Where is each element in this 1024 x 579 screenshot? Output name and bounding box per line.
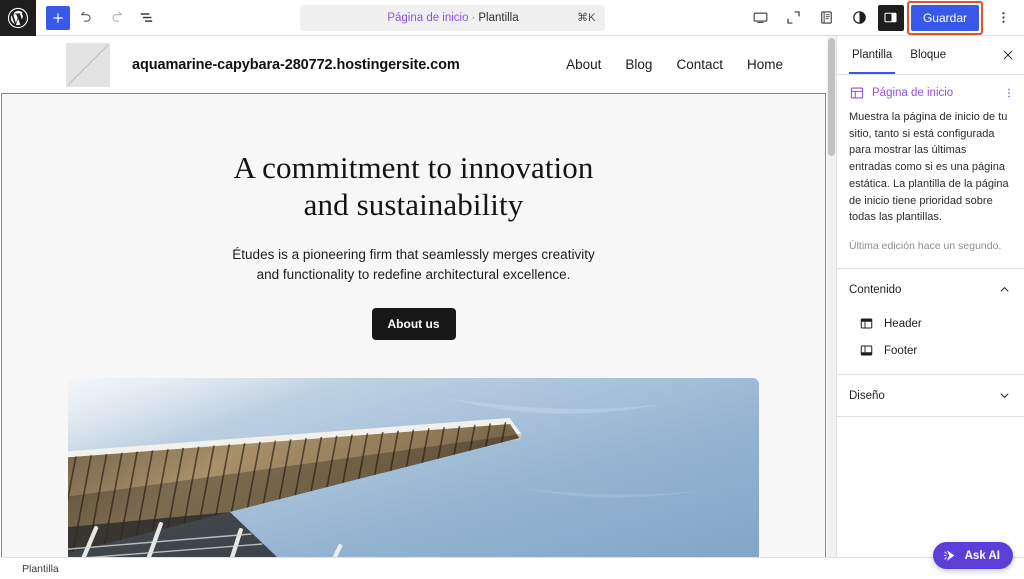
kebab-menu-icon xyxy=(1008,88,1010,98)
chevron-down-icon xyxy=(1000,393,1009,398)
command-center-accent: Página de inicio xyxy=(387,11,469,24)
command-center-separator: · xyxy=(471,11,476,24)
template-title: Página de inicio xyxy=(872,87,954,99)
hero-paragraph[interactable]: Études is a pioneering firm that seamles… xyxy=(226,245,601,284)
toolbar-left-group xyxy=(36,4,160,32)
sparkle-arrow-icon xyxy=(943,550,955,561)
section-header-contenido[interactable]: Contenido xyxy=(837,269,1024,310)
toolbar-right-group: Guardar xyxy=(746,0,1024,35)
list-view-button[interactable] xyxy=(132,4,160,32)
wordpress-logo-button[interactable] xyxy=(0,0,36,36)
undo-button[interactable] xyxy=(72,4,100,32)
architecture-photo xyxy=(68,378,759,557)
template-actions-button[interactable] xyxy=(1000,86,1018,100)
more-options-button[interactable] xyxy=(988,3,1018,33)
sidebar-item-header[interactable]: Header xyxy=(837,310,1024,337)
editor-body: aquamarine-capybara-280772.hostingersite… xyxy=(0,36,1024,557)
tab-plantilla[interactable]: Plantilla xyxy=(843,36,901,74)
editor-toolbar: Página de inicio · Plantilla ⌘K Guardar xyxy=(0,0,1024,36)
tab-bloque[interactable]: Bloque xyxy=(901,36,955,74)
command-center-wrap: Página de inicio · Plantilla ⌘K xyxy=(160,4,746,31)
zoom-out-button[interactable] xyxy=(779,3,809,33)
template-last-edited: Última edición hace un segundo. xyxy=(849,240,1002,253)
site-navigation[interactable]: About Blog Contact Home xyxy=(566,57,783,72)
nav-item-about[interactable]: About xyxy=(566,57,601,72)
site-logo-placeholder[interactable] xyxy=(66,42,110,87)
global-styles-button[interactable] xyxy=(845,3,875,33)
nav-item-contact[interactable]: Contact xyxy=(676,57,723,72)
editor-canvas[interactable]: aquamarine-capybara-280772.hostingersite… xyxy=(0,36,836,557)
plus-icon xyxy=(53,12,63,23)
sidebar-item-header-label: Header xyxy=(884,317,922,330)
section-label-contenido: Contenido xyxy=(849,283,902,296)
save-button[interactable]: Guardar xyxy=(910,4,979,31)
site-header-block[interactable]: aquamarine-capybara-280772.hostingersite… xyxy=(0,36,827,93)
section-body-contenido: Header Footer xyxy=(837,310,1024,374)
desktop-icon xyxy=(754,12,768,23)
hero-heading[interactable]: A commitment to innovation and sustainab… xyxy=(214,150,614,223)
ask-ai-label: Ask AI xyxy=(964,549,1000,562)
canvas-scroll-region: aquamarine-capybara-280772.hostingersite… xyxy=(0,36,827,557)
undo-icon xyxy=(80,11,90,22)
canvas-scrollbar[interactable] xyxy=(827,36,836,557)
command-center-shortcut: ⌘K xyxy=(577,12,596,24)
close-icon xyxy=(1003,50,1013,60)
nav-item-blog[interactable]: Blog xyxy=(625,57,652,72)
ask-ai-button[interactable]: Ask AI xyxy=(932,542,1013,569)
contrast-icon xyxy=(853,11,867,24)
settings-sidebar: Plantilla Bloque Página de inicio Muestr… xyxy=(836,36,1024,557)
sidebar-panel-icon xyxy=(884,12,898,23)
section-header-diseno[interactable]: Diseño xyxy=(837,375,1024,416)
sidebar-content: Página de inicio Muestra la página de in… xyxy=(837,75,1024,557)
view-device-button[interactable] xyxy=(746,3,776,33)
hero-cta-button[interactable]: About us xyxy=(371,308,456,341)
hero-block-selected[interactable]: A commitment to innovation and sustainab… xyxy=(1,93,826,557)
status-bar: Plantilla xyxy=(0,557,1024,579)
template-description: Muestra la página de inicio de tu sitio,… xyxy=(849,111,1009,224)
status-bar-label: Plantilla xyxy=(22,562,59,575)
add-block-button[interactable] xyxy=(46,5,70,30)
redo-icon xyxy=(112,11,122,22)
settings-sidebar-toggle[interactable] xyxy=(877,4,904,31)
sidebar-item-footer[interactable]: Footer xyxy=(837,337,1024,364)
wordpress-site-editor: Página de inicio · Plantilla ⌘K Guardar … xyxy=(0,0,1024,579)
image-placeholder-icon xyxy=(66,42,110,87)
kebab-menu-icon xyxy=(1001,12,1005,23)
expand-arrows-icon xyxy=(787,11,801,24)
canvas-scrollbar-thumb[interactable] xyxy=(828,38,835,156)
redo-button[interactable] xyxy=(102,4,130,32)
wordpress-icon xyxy=(7,7,29,28)
section-label-diseno: Diseño xyxy=(849,389,885,402)
style-book-icon xyxy=(821,11,833,24)
nav-item-home[interactable]: Home xyxy=(747,57,783,72)
hero-image[interactable] xyxy=(68,378,759,557)
sidebar-tabs: Plantilla Bloque xyxy=(837,36,1024,75)
close-sidebar-button[interactable] xyxy=(992,36,1024,74)
command-center-button[interactable]: Página de inicio · Plantilla ⌘K xyxy=(300,4,606,31)
site-title[interactable]: aquamarine-capybara-280772.hostingersite… xyxy=(132,57,460,73)
footer-icon xyxy=(860,345,873,356)
document-overview-icon xyxy=(140,13,152,22)
header-icon xyxy=(860,318,873,329)
template-icon xyxy=(850,87,864,99)
sidebar-item-footer-label: Footer xyxy=(884,344,918,357)
sidebar-divider-3 xyxy=(837,416,1024,418)
save-button-wrap: Guardar xyxy=(906,0,983,35)
style-book-button[interactable] xyxy=(812,3,842,33)
chevron-up-icon xyxy=(1000,287,1009,292)
hero-inner: A commitment to innovation and sustainab… xyxy=(2,150,825,341)
command-center-suffix: Plantilla xyxy=(478,11,519,24)
template-summary-row[interactable]: Página de inicio xyxy=(837,75,1024,109)
